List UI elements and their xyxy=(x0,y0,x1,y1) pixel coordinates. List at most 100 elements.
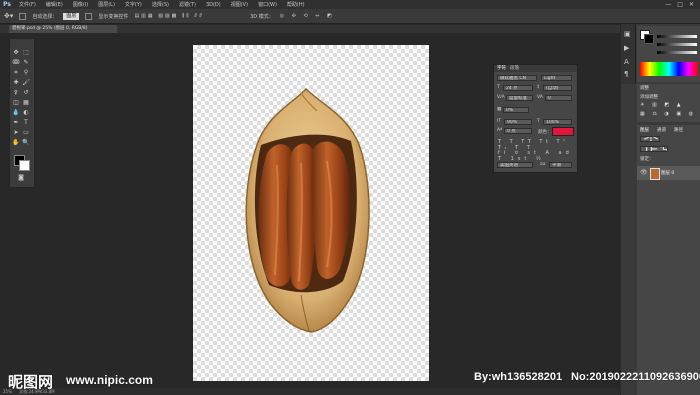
history-brush-tool-icon[interactable]: ↺ xyxy=(22,89,30,97)
tracking-icon: VA xyxy=(537,95,543,100)
menu-layer[interactable]: 图层(L) xyxy=(93,1,120,8)
character-panel-tabs: 字符 段落 xyxy=(494,65,577,72)
auto-select-dropdown[interactable]: 图层 xyxy=(63,12,80,20)
stamp-tool-icon[interactable]: ⚴ xyxy=(12,89,20,97)
3d-mode-label: 3D 模式： xyxy=(250,13,274,20)
maximize-button[interactable]: □ xyxy=(677,1,683,8)
menu-edit[interactable]: 编辑(E) xyxy=(41,1,68,8)
shape-tool-icon[interactable]: ▭ xyxy=(22,129,30,137)
3d-mode-icons[interactable]: ◎ ✣ ⟲ ⇔ ◩ xyxy=(280,13,335,19)
move-tool-icon[interactable]: ✥ xyxy=(12,49,20,57)
eyedropper-tool-icon[interactable]: ⚲ xyxy=(22,69,30,77)
brush-tool-icon[interactable]: 🖌 xyxy=(22,79,30,87)
options-bar: ✥▾ 自动选择： 图层 显示变换控件 ▤▥▦ ▧▨▩ ⫼⫼ ⫻⫻ 3D 模式： … xyxy=(0,9,700,24)
language-select[interactable]: 美国英语 xyxy=(497,162,533,168)
color-label: 颜色： xyxy=(538,130,552,135)
menu-3d[interactable]: 3D(D) xyxy=(201,2,226,8)
photoshop-logo: Ps xyxy=(3,1,11,8)
layer-name[interactable]: 图层 0 xyxy=(661,170,674,176)
menu-bar: Ps 文件(F) 编辑(E) 图像(I) 图层(L) 文字(Y) 选择(S) 滤… xyxy=(0,0,700,9)
menu-help[interactable]: 帮助(H) xyxy=(282,1,310,8)
character-icon[interactable]: A xyxy=(624,58,629,66)
move-tool-icon[interactable]: ✥▾ xyxy=(4,12,13,20)
gradient-tool-icon[interactable]: ▦ xyxy=(22,99,30,107)
tab-layers[interactable]: 图层 xyxy=(640,127,649,133)
leading-icon: ‡ xyxy=(537,85,540,90)
font-family-select[interactable]: 微软雅黑 CN xyxy=(497,75,537,81)
dodge-tool-icon[interactable]: ◐ xyxy=(22,109,30,117)
type-tool-icon[interactable]: T xyxy=(22,119,30,127)
baseline-shift-input[interactable]: 0 点 xyxy=(504,128,532,134)
blur-tool-icon[interactable]: 💧 xyxy=(12,109,20,117)
tab-character[interactable]: 字符 xyxy=(497,65,506,72)
close-button[interactable]: ✕ xyxy=(689,1,694,8)
opentype-buttons[interactable]: fi ơ st A ad T 1st ½ xyxy=(498,150,577,162)
tracking-input[interactable]: 0 xyxy=(545,95,572,101)
tab-paragraph[interactable]: 段落 xyxy=(510,65,519,72)
lasso-tool-icon[interactable]: ↂ xyxy=(12,59,20,67)
blue-slider[interactable] xyxy=(657,51,697,54)
window-controls: — □ ✕ xyxy=(665,1,700,8)
zoom-tool-icon[interactable]: 🔍 xyxy=(22,139,30,147)
document-tab[interactable]: 碧根果.psd @ 25% (图层 0, RGB/8) xyxy=(9,25,117,33)
tab-paths[interactable]: 路径 xyxy=(674,127,683,133)
background-color-swatch[interactable] xyxy=(19,160,30,171)
color-panel xyxy=(637,26,700,82)
eraser-tool-icon[interactable]: ◫ xyxy=(12,99,20,107)
show-transform-label: 显示变换控件 xyxy=(98,13,129,20)
text-color-swatch[interactable] xyxy=(552,127,574,136)
visibility-eye-icon[interactable]: 👁 xyxy=(640,169,648,176)
menu-image[interactable]: 图像(I) xyxy=(68,1,93,8)
document-canvas[interactable] xyxy=(193,45,429,381)
horizontal-scale-input[interactable]: 100% xyxy=(543,119,572,125)
crop-tool-icon[interactable]: ⌗ xyxy=(12,69,20,77)
menu-file[interactable]: 文件(F) xyxy=(14,1,41,8)
history-icon[interactable]: ▣ xyxy=(624,30,631,38)
hand-tool-icon[interactable]: ✋ xyxy=(12,139,20,147)
minimize-button[interactable]: — xyxy=(665,1,671,8)
actions-icon[interactable]: ▶ xyxy=(624,44,629,52)
pen-tool-icon[interactable]: ✒ xyxy=(12,119,20,127)
path-select-tool-icon[interactable]: ➤ xyxy=(12,129,20,137)
menu-select[interactable]: 选择(S) xyxy=(147,1,174,8)
adjustment-icons-row1[interactable]: ☀ ▥ ◩ ▲ xyxy=(640,102,684,108)
show-transform-checkbox[interactable] xyxy=(85,12,93,20)
font-size-input[interactable]: 24 点 xyxy=(503,85,533,91)
align-icons[interactable]: ▤▥▦ ▧▨▩ ⫼⫼ ⫻⫻ xyxy=(134,13,204,19)
menu-window[interactable]: 窗口(W) xyxy=(253,1,282,8)
quick-mask-icon[interactable]: ◙ xyxy=(17,174,25,182)
vertical-scale-icon: IT xyxy=(497,119,502,124)
auto-select-checkbox[interactable] xyxy=(19,12,27,20)
vertical-scale-input[interactable]: 90% xyxy=(504,119,532,125)
font-style-select[interactable]: Light xyxy=(541,75,572,81)
antialias-select[interactable]: 平滑 xyxy=(549,162,572,168)
leading-input[interactable]: (自动) xyxy=(543,85,572,91)
green-slider[interactable] xyxy=(657,43,697,46)
menu-view[interactable]: 视图(V) xyxy=(226,1,253,8)
tab-channels[interactable]: 通道 xyxy=(657,127,666,133)
layer-thumbnail xyxy=(650,168,660,180)
watermark-author: By:wh136528201 xyxy=(474,371,563,383)
scale-input[interactable]: 0% xyxy=(503,107,529,113)
marquee-tool-icon[interactable]: ⬚ xyxy=(22,49,30,57)
red-slider[interactable] xyxy=(657,35,697,38)
watermark-site-name: 昵图网 xyxy=(8,374,54,391)
menu-type[interactable]: 文字(Y) xyxy=(120,1,147,8)
layer-filter-kind[interactable]: 类型 xyxy=(640,136,660,142)
menu-filter[interactable]: 滤镜(T) xyxy=(174,1,201,8)
quick-select-tool-icon[interactable]: ✎ xyxy=(22,59,30,67)
adjustments-tab[interactable]: 调整 xyxy=(640,85,649,91)
kerning-icon: V/A xyxy=(497,95,505,100)
healing-tool-icon[interactable]: ✚ xyxy=(12,79,20,87)
kerning-input[interactable]: 度量标准 xyxy=(506,95,533,101)
blend-mode-select[interactable]: 正常 xyxy=(640,146,668,152)
auto-select-label: 自动选择： xyxy=(32,13,58,20)
adjustments-panel: 调整 添加调整 ☀ ▥ ◩ ▲ ▦ ⚖ ◑ ▣ ◍ xyxy=(637,84,700,122)
watermark-site-url: www.nipic.com xyxy=(66,373,153,387)
color-spectrum[interactable] xyxy=(640,62,698,76)
antialias-icon: aa xyxy=(540,162,546,167)
paragraph-icon[interactable]: ¶ xyxy=(624,70,628,78)
layer-row[interactable]: 👁 图层 0 xyxy=(637,166,700,180)
adjustment-icons-row2[interactable]: ▦ ⚖ ◑ ▣ ◍ xyxy=(640,111,696,117)
color-panel-background[interactable] xyxy=(644,34,654,44)
